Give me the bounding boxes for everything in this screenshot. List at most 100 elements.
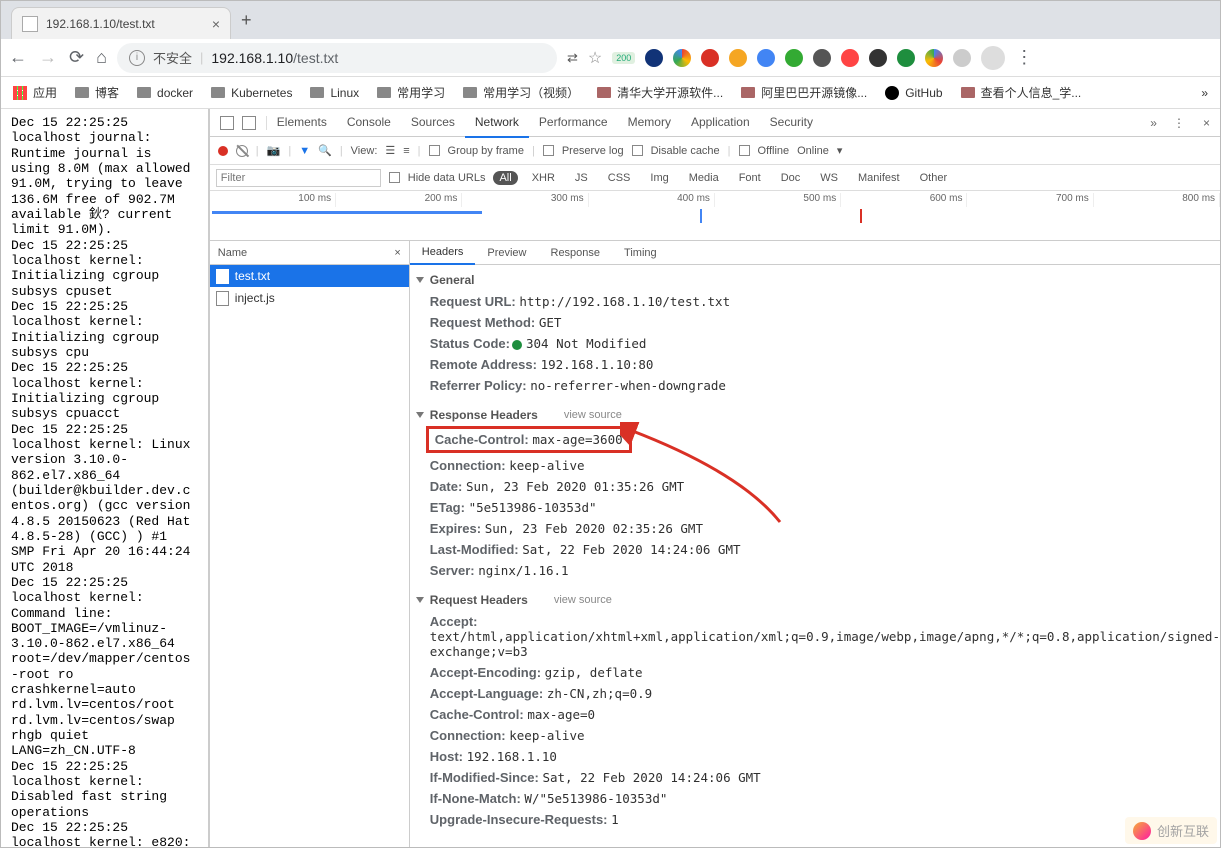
request-list: Name × test.txtinject.js — [210, 241, 410, 847]
ext-icon[interactable] — [673, 49, 691, 67]
hide-urls-checkbox[interactable] — [389, 172, 400, 183]
bookmark-item[interactable]: docker — [137, 86, 193, 100]
info-icon[interactable]: i — [129, 50, 145, 66]
bookmark-item[interactable]: Linux — [310, 86, 359, 100]
record-icon[interactable] — [218, 146, 228, 156]
search-icon[interactable] — [318, 144, 332, 157]
close-detail-icon[interactable]: × — [394, 247, 400, 259]
offline-checkbox[interactable] — [739, 145, 750, 156]
folder-icon — [75, 87, 89, 98]
ext-icon[interactable] — [813, 49, 831, 67]
timeline[interactable]: 100 ms200 ms300 ms400 ms500 ms600 ms700 … — [210, 191, 1220, 241]
detail-tab-headers[interactable]: Headers — [410, 241, 476, 265]
chevron-down-icon[interactable] — [416, 412, 424, 418]
bookmark-item[interactable]: Kubernetes — [211, 86, 292, 100]
bookmarks-bar: 应用 博客 docker Kubernetes Linux 常用学习 常用学习（视频） 清华… — [1, 77, 1220, 109]
device-icon[interactable] — [242, 116, 256, 130]
bookmark-item[interactable]: 博客 — [75, 84, 119, 101]
page-content[interactable]: Dec 15 22:25:25 localhost journal: Runti… — [1, 109, 209, 847]
timeline-tick: 600 ms — [841, 193, 967, 207]
inspect-icon[interactable] — [220, 116, 234, 130]
ext-icon[interactable] — [897, 49, 915, 67]
filter-type-js[interactable]: JS — [569, 171, 594, 185]
ext-icon[interactable] — [645, 49, 663, 67]
panel-tab-security[interactable]: Security — [760, 109, 823, 138]
ext-icon[interactable] — [869, 49, 887, 67]
translate-icon[interactable] — [567, 50, 578, 66]
detail-tab-timing[interactable]: Timing — [612, 242, 669, 264]
general-header[interactable]: General — [430, 273, 475, 287]
new-tab-button[interactable]: + — [241, 10, 252, 31]
name-header[interactable]: Name — [218, 247, 247, 259]
panel-tab-network[interactable]: Network — [465, 109, 529, 138]
more-panels-icon[interactable]: » — [1142, 116, 1165, 130]
request-row[interactable]: test.txt — [210, 265, 409, 287]
panel-tab-console[interactable]: Console — [337, 109, 401, 138]
home-button[interactable]: ⌂ — [96, 47, 107, 68]
request-row[interactable]: inject.js — [210, 287, 409, 309]
folder-icon — [310, 87, 324, 98]
filter-type-ws[interactable]: WS — [814, 171, 844, 185]
panel-tab-performance[interactable]: Performance — [529, 109, 618, 138]
panel-tab-application[interactable]: Application — [681, 109, 760, 138]
browser-tab[interactable]: 192.168.1.10/test.txt × — [11, 7, 231, 39]
filter-type-img[interactable]: Img — [644, 171, 674, 185]
filter-type-all[interactable]: All — [493, 171, 517, 185]
header-row: Cache-Control: max-age=3600 — [426, 426, 632, 453]
close-icon[interactable]: × — [1193, 116, 1220, 130]
panel-tab-elements[interactable]: Elements — [267, 109, 337, 138]
apps-button[interactable]: 应用 — [13, 84, 57, 101]
forward-button[interactable]: → — [39, 47, 57, 68]
panel-tab-sources[interactable]: Sources — [401, 109, 465, 138]
filter-input[interactable] — [216, 169, 381, 187]
bookmark-item[interactable]: GitHub — [885, 86, 942, 100]
filter-type-xhr[interactable]: XHR — [526, 171, 561, 185]
overflow-icon[interactable]: » — [1201, 86, 1208, 100]
ext-icon[interactable] — [701, 49, 719, 67]
filter-type-font[interactable]: Font — [733, 171, 767, 185]
avatar[interactable] — [981, 46, 1005, 70]
ext-icon[interactable] — [785, 49, 803, 67]
view-large-icon[interactable]: ☰ — [385, 144, 395, 157]
view-source-link[interactable]: view source — [554, 594, 612, 606]
omnibox[interactable]: i 不安全 | 192.168.1.10/test.txt — [117, 43, 557, 73]
camera-icon[interactable]: 📷 — [267, 144, 281, 157]
group-checkbox[interactable] — [429, 145, 440, 156]
bookmark-item[interactable]: 常用学习（视频） — [463, 84, 579, 101]
close-icon[interactable]: × — [212, 16, 220, 32]
star-icon[interactable] — [588, 48, 602, 68]
ext-icon[interactable] — [841, 49, 859, 67]
filter-type-css[interactable]: CSS — [602, 171, 637, 185]
online-select[interactable]: Online — [797, 145, 829, 157]
back-button[interactable]: ← — [9, 47, 27, 68]
filter-type-doc[interactable]: Doc — [775, 171, 807, 185]
settings-icon[interactable]: ⋮ — [1165, 116, 1193, 130]
response-headers-header[interactable]: Response Headers — [430, 408, 538, 422]
detail-tab-response[interactable]: Response — [539, 242, 613, 264]
ext-icon[interactable] — [953, 49, 971, 67]
ext-icon[interactable] — [729, 49, 747, 67]
preserve-checkbox[interactable] — [543, 145, 554, 156]
request-headers-header[interactable]: Request Headers — [430, 593, 528, 607]
panel-tab-memory[interactable]: Memory — [618, 109, 681, 138]
filter-icon[interactable]: ▼ — [299, 145, 310, 157]
disable-cache-checkbox[interactable] — [632, 145, 643, 156]
filter-type-manifest[interactable]: Manifest — [852, 171, 906, 185]
detail-tab-preview[interactable]: Preview — [475, 242, 538, 264]
clear-icon[interactable] — [236, 145, 248, 157]
filter-type-other[interactable]: Other — [914, 171, 954, 185]
view-small-icon[interactable]: ≡ — [403, 145, 409, 157]
dropdown-icon[interactable]: ▾ — [837, 144, 843, 157]
menu-icon[interactable]: ⋮ — [1015, 47, 1033, 68]
chevron-down-icon[interactable] — [416, 597, 424, 603]
bookmark-item[interactable]: 查看个人信息_学... — [961, 84, 1082, 101]
chevron-down-icon[interactable] — [416, 277, 424, 283]
filter-type-media[interactable]: Media — [683, 171, 725, 185]
view-source-link[interactable]: view source — [564, 409, 622, 421]
ext-icon[interactable] — [757, 49, 775, 67]
bookmark-item[interactable]: 清华大学开源软件... — [597, 84, 723, 101]
ext-icon[interactable] — [925, 49, 943, 67]
bookmark-item[interactable]: 常用学习 — [377, 84, 445, 101]
reload-button[interactable]: ⟳ — [69, 47, 84, 68]
bookmark-item[interactable]: 阿里巴巴开源镜像... — [741, 84, 867, 101]
